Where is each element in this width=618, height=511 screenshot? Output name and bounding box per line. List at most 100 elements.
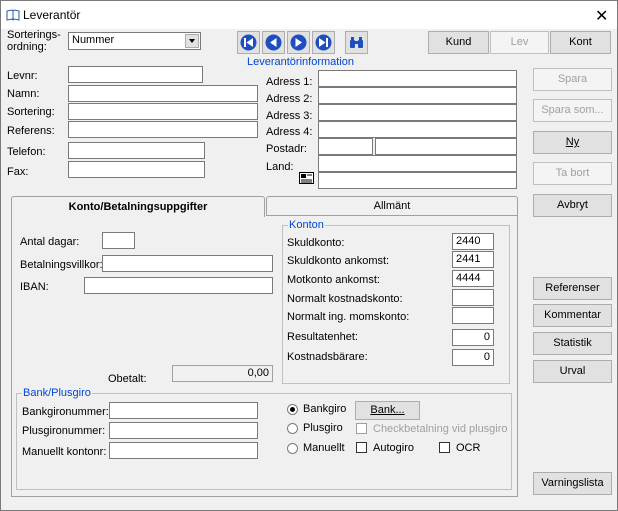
skuldkonto-ankomst-label: Skuldkonto ankomst: (287, 255, 390, 267)
fax-label: Fax: (7, 166, 29, 178)
previous-icon (265, 34, 282, 51)
bank-group-title: Bank/Plusgiro (22, 387, 92, 399)
kostnadsbarare-label: Kostnadsbärare: (287, 351, 368, 363)
next-record-button[interactable] (287, 31, 310, 54)
sort-select[interactable]: Nummer (68, 32, 201, 50)
momskonto-input[interactable] (452, 307, 494, 324)
fax-input[interactable] (68, 161, 205, 178)
referens-input[interactable] (68, 121, 258, 138)
adress2-input[interactable] (318, 87, 517, 104)
bankgiro-label: Bankgironummer: (22, 406, 109, 418)
antal-dagar-label: Antal dagar: (20, 236, 80, 248)
resultatenhet-input[interactable]: 0 (452, 329, 494, 346)
betalningsvillkor-label: Betalningsvillkor: (20, 259, 103, 271)
comment-button[interactable]: Kommentar (533, 304, 612, 327)
first-icon (240, 34, 257, 51)
kostnadskonto-label: Normalt kostnadskonto: (287, 293, 403, 305)
obetalt-label: Obetalt: (108, 373, 147, 385)
window-title: Leverantör (23, 8, 81, 22)
radio-manuellt-label: Manuellt (303, 442, 345, 454)
first-record-button[interactable] (237, 31, 260, 54)
adress4-input[interactable] (318, 121, 517, 138)
manuellt-input[interactable] (109, 442, 258, 459)
previous-record-button[interactable] (262, 31, 285, 54)
namn-input[interactable] (68, 85, 258, 102)
supplier-window: Leverantör ✕ Sorterings- ordning: Nummer… (0, 0, 618, 511)
sortering-input[interactable] (68, 103, 258, 120)
check-autogiro[interactable] (356, 442, 367, 453)
selection-button[interactable]: Urval (533, 360, 612, 383)
check-ocr[interactable] (439, 442, 450, 453)
kostnadsbarare-input[interactable]: 0 (452, 349, 494, 366)
manuellt-label: Manuellt kontonr: (22, 446, 107, 458)
cancel-button[interactable]: Avbryt (533, 194, 612, 217)
info-group-title: Leverantörinformation (246, 56, 356, 68)
book-icon (6, 9, 20, 24)
betalningsvillkor-input[interactable] (102, 255, 273, 272)
skuldkonto-ankomst-input[interactable]: 2441 (452, 251, 494, 268)
title-bar: Leverantör ✕ (1, 1, 617, 29)
telefon-label: Telefon: (7, 146, 46, 158)
sort-label-line1: Sorterings- (7, 29, 61, 41)
binoculars-icon (350, 37, 363, 48)
iban-input[interactable] (84, 277, 273, 294)
last-record-button[interactable] (312, 31, 335, 54)
statistics-button[interactable]: Statistik (533, 332, 612, 355)
sortering-label: Sortering: (7, 106, 55, 118)
resultatenhet-label: Resultatenhet: (287, 331, 358, 343)
obetalt-value: 0,00 (172, 365, 273, 382)
land-label: Land: (266, 161, 294, 173)
address-card-icon[interactable] (299, 172, 314, 187)
adress1-input[interactable] (318, 70, 517, 87)
sort-select-value: Nummer (72, 34, 115, 46)
kostnadskonto-input[interactable] (452, 289, 494, 306)
close-button[interactable]: ✕ (595, 6, 608, 26)
save-as-button[interactable]: Spara som... (533, 99, 612, 122)
plusgiro-input[interactable] (109, 422, 258, 439)
levnr-input[interactable] (68, 66, 203, 83)
save-button[interactable]: Spara (533, 68, 612, 91)
konton-title: Konton (288, 219, 325, 231)
city-input[interactable] (375, 138, 517, 155)
skuldkonto-label: Skuldkonto: (287, 237, 345, 249)
search-button[interactable] (345, 31, 368, 54)
lev-button[interactable]: Lev (490, 31, 549, 54)
tab-konto[interactable]: Konto/Betalningsuppgifter (11, 196, 265, 217)
postadr-label: Postadr: (266, 143, 307, 155)
chevron-down-icon[interactable] (185, 34, 199, 48)
adress4-label: Adress 4: (266, 126, 313, 138)
adress3-label: Adress 3: (266, 110, 313, 122)
radio-bankgiro-label: Bankgiro (303, 403, 347, 415)
check-plusgiro-label: Checkbetalning vid plusgiro (373, 423, 508, 435)
bank-button[interactable]: Bank... (355, 401, 420, 420)
radio-plusgiro[interactable] (287, 423, 298, 434)
check-plusgiro[interactable] (356, 423, 367, 434)
zip-input[interactable] (318, 138, 373, 155)
land-extra-input[interactable] (318, 172, 517, 189)
new-button[interactable]: Ny (533, 131, 612, 154)
telefon-input[interactable] (68, 142, 205, 159)
adress2-label: Adress 2: (266, 93, 313, 105)
namn-label: Namn: (7, 88, 40, 100)
motkonto-ankomst-input[interactable]: 4444 (452, 270, 494, 287)
radio-plusgiro-label: Plusgiro (303, 422, 343, 434)
last-icon (315, 34, 332, 51)
antal-dagar-input[interactable] (102, 232, 135, 249)
warning-list-button[interactable]: Varningslista (533, 472, 612, 495)
land-input[interactable] (318, 155, 517, 172)
bankgiro-input[interactable] (109, 402, 258, 419)
check-autogiro-label: Autogiro (373, 442, 414, 454)
adress3-input[interactable] (318, 104, 517, 121)
tab-allmant[interactable]: Allmänt (266, 196, 518, 216)
radio-manuellt[interactable] (287, 443, 298, 454)
adress1-label: Adress 1: (266, 76, 313, 88)
skuldkonto-input[interactable]: 2440 (452, 233, 494, 250)
delete-button[interactable]: Ta bort (533, 162, 612, 185)
next-icon (290, 34, 307, 51)
references-button[interactable]: Referenser (533, 277, 612, 300)
motkonto-ankomst-label: Motkonto ankomst: (287, 274, 380, 286)
kont-button[interactable]: Kont (550, 31, 611, 54)
kund-button[interactable]: Kund (428, 31, 489, 54)
radio-bankgiro[interactable] (287, 404, 298, 415)
levnr-label: Levnr: (7, 70, 38, 82)
